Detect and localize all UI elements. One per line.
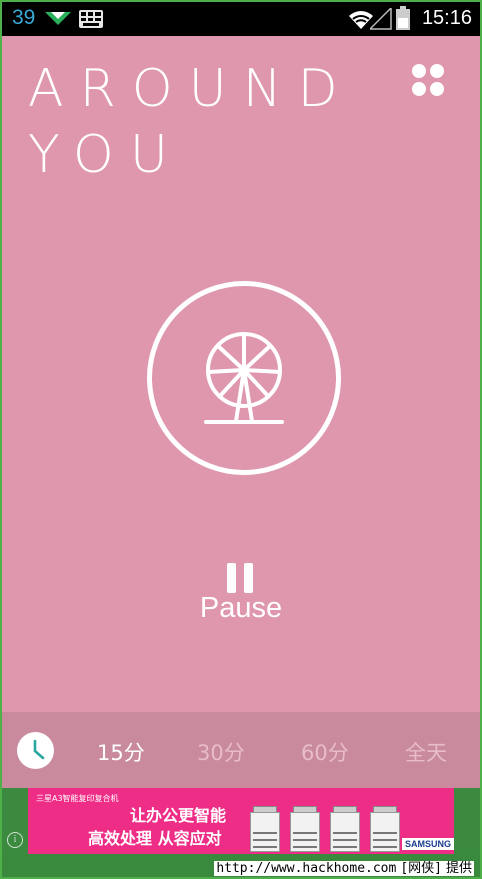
notification-count: 39 — [12, 6, 36, 29]
battery-icon — [396, 6, 410, 30]
watermark-suffix: 提供 — [443, 861, 474, 876]
status-bar: 39 15:16 — [2, 2, 480, 36]
ad-headline: 让办公更智能 — [130, 806, 227, 825]
playback-state-label: Pause — [199, 592, 283, 624]
ad-subheadline: 高效处理 从容应对 — [88, 829, 222, 848]
signal-icon — [370, 8, 392, 30]
app-title: AROUND YOU — [28, 56, 354, 188]
main-panel: AROUND YOU Pause — [2, 36, 480, 714]
ad-banner[interactable]: i 三星A3智能复印复合机 让办公更智能 高效处理 从容应对 SAMSUNG — [2, 788, 480, 854]
timer-option-all-day[interactable]: 全天 — [405, 737, 447, 767]
printer-image — [330, 806, 360, 852]
clock-icon[interactable] — [17, 732, 54, 769]
timer-option-30[interactable]: 30分 — [197, 737, 245, 767]
printer-image — [370, 806, 400, 852]
ad-left-strip: i — [2, 788, 28, 854]
watermark-text: http://www.hackhome.com [网侠] 提供 — [214, 857, 474, 876]
pause-icon[interactable] — [227, 563, 253, 593]
timer-bar: 15分 30分 60分 全天 — [2, 712, 480, 788]
printer-image — [290, 806, 320, 852]
timer-option-15[interactable]: 15分 — [97, 737, 145, 767]
ad-right-strip — [454, 788, 480, 854]
brand-logo: SAMSUNG — [402, 838, 455, 850]
ad-product-name: 三星A3智能复印复合机 — [36, 794, 119, 803]
title-line-2: YOU — [28, 125, 184, 185]
clock-time: 15:16 — [421, 7, 472, 29]
grid-menu-icon[interactable] — [410, 62, 448, 100]
printer-image — [250, 806, 280, 852]
ferris-wheel-icon — [204, 332, 284, 424]
info-icon[interactable]: i — [7, 832, 23, 848]
watermark-url: http://www.hackhome.com — [214, 861, 399, 876]
keyboard-icon — [79, 10, 103, 28]
title-line-1: AROUND — [28, 59, 354, 119]
timer-option-60[interactable]: 60分 — [301, 737, 349, 767]
sound-scene-button[interactable] — [147, 281, 341, 475]
watermark-strip: http://www.hackhome.com [网侠] 提供 — [2, 854, 480, 877]
watermark-site: [网侠] — [398, 861, 444, 876]
download-arrow-icon — [45, 12, 71, 25]
phone-screen: 39 15:16 AROUND YOU Pause 15分 30分 60分 全天… — [2, 2, 480, 877]
